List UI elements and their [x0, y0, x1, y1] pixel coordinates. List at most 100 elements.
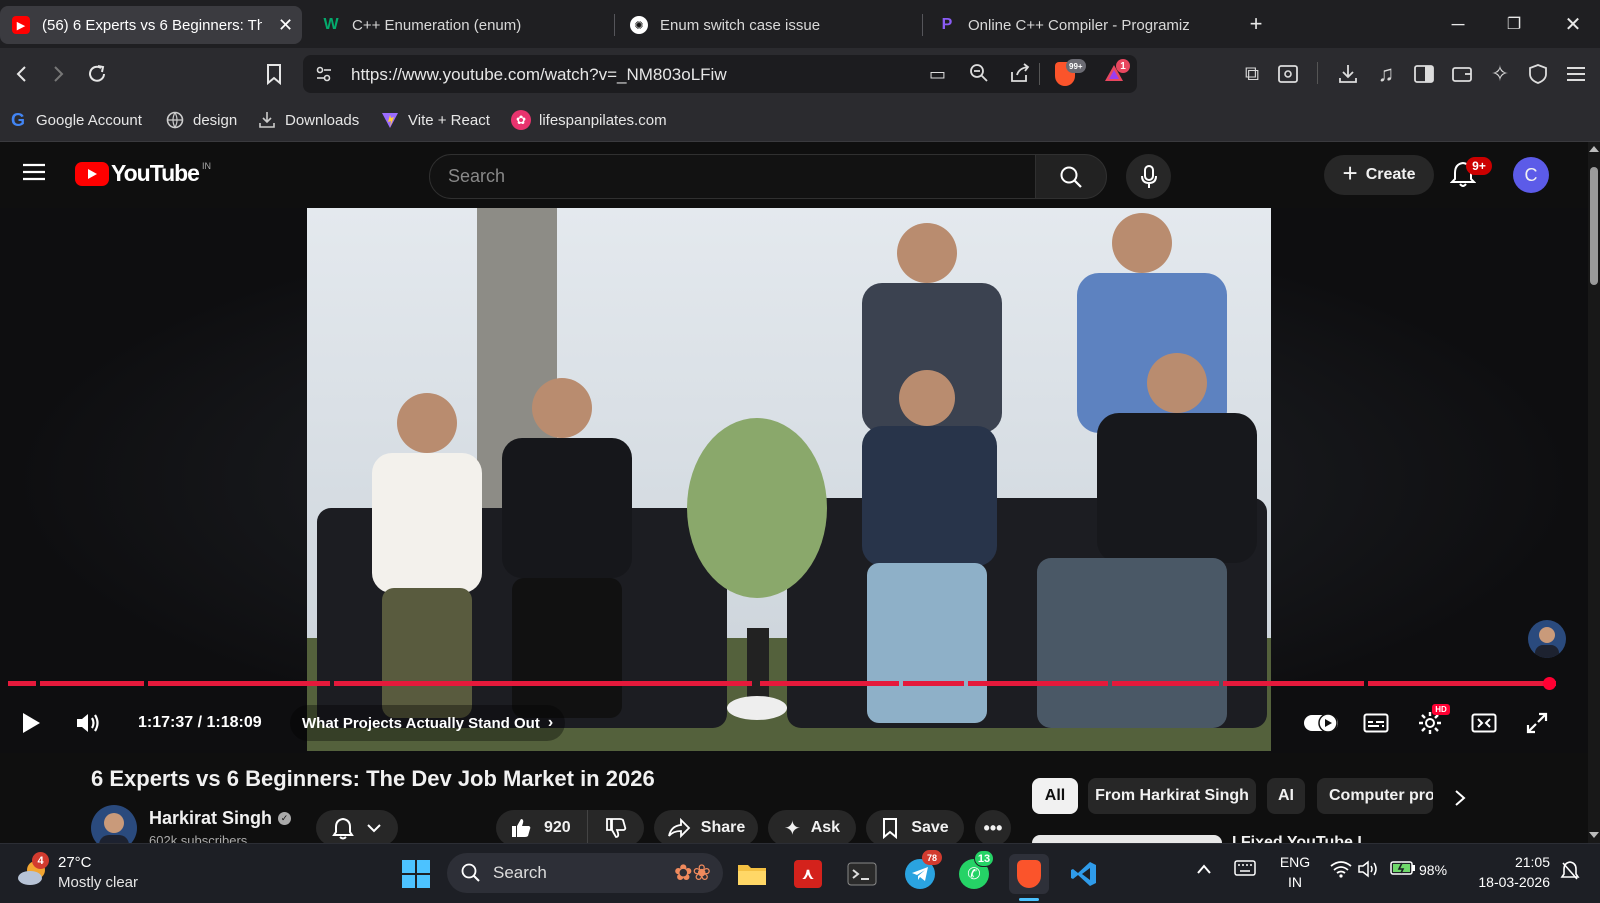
wifi-icon[interactable] — [1330, 860, 1352, 883]
chapter-segment[interactable] — [968, 681, 1108, 686]
share-button[interactable]: Share — [654, 810, 758, 846]
taskbar-acrobat[interactable]: ⋏ — [788, 854, 828, 894]
bookmark-label: design — [193, 111, 238, 129]
theater-mode-button[interactable] — [1468, 708, 1500, 738]
chip-from-channel[interactable]: From Harkirat Singh — [1088, 778, 1256, 814]
scroll-up-arrow-icon[interactable] — [1589, 146, 1599, 152]
downloads-button[interactable] — [1332, 58, 1364, 90]
tab-chatgpt[interactable]: ✺ Enum switch case issue — [618, 6, 918, 44]
address-bar[interactable]: https://www.youtube.com/watch?v=_NM803oL… — [303, 55, 1137, 93]
chapter-button[interactable]: What Projects Actually Stand Out › — [290, 705, 566, 741]
taskbar-search-box[interactable]: Search ✿❀ — [447, 853, 723, 893]
menu-button[interactable] — [1560, 58, 1592, 90]
new-tab-button[interactable]: + — [1236, 8, 1276, 40]
scrollbar-thumb[interactable] — [1590, 167, 1598, 285]
leo-ai-button[interactable]: ✧ — [1484, 58, 1516, 90]
chapter-segment[interactable] — [1112, 681, 1219, 686]
subtitles-button[interactable] — [1360, 708, 1392, 738]
sidebar-button[interactable] — [1408, 58, 1440, 90]
forward-button[interactable] — [42, 58, 74, 90]
dislike-button[interactable] — [588, 810, 644, 846]
bookmark-page-button[interactable] — [258, 58, 290, 90]
touch-keyboard-icon[interactable] — [1234, 860, 1256, 881]
youtube-play-logo-icon — [75, 161, 109, 186]
extensions-button[interactable]: ⧉ — [1236, 58, 1268, 90]
back-button[interactable] — [6, 58, 38, 90]
tab-w3schools[interactable]: W C++ Enumeration (enum) — [310, 6, 610, 44]
chips-next-button[interactable] — [1442, 780, 1478, 816]
notification-bell-button[interactable] — [316, 810, 398, 846]
autoplay-toggle[interactable] — [1302, 708, 1340, 738]
input-language-top[interactable]: ENG — [1276, 854, 1314, 870]
media-button[interactable]: ♫ — [1370, 58, 1402, 90]
more-actions-button[interactable]: ••• — [975, 810, 1011, 846]
taskbar-terminal[interactable] — [842, 854, 882, 894]
share-page-icon[interactable] — [1009, 63, 1031, 88]
bookmark-lifespanpilates[interactable]: ✿ lifespanpilates.com — [511, 110, 667, 130]
chapter-segment[interactable] — [903, 681, 964, 686]
site-settings-icon[interactable] — [315, 65, 333, 88]
chapter-segment[interactable] — [760, 681, 899, 686]
chapter-segment[interactable] — [334, 681, 752, 686]
tab-programiz[interactable]: P Online C++ Compiler - Programiz — [926, 6, 1226, 44]
fullscreen-button[interactable] — [1522, 708, 1552, 738]
wallet-button[interactable] — [1446, 58, 1478, 90]
next-video-title[interactable]: I Fixed YouTube I — [1232, 834, 1362, 843]
search-input[interactable]: Search — [429, 154, 1036, 199]
chapter-segment[interactable] — [1223, 681, 1364, 686]
chapter-segment[interactable] — [8, 681, 36, 686]
chapter-segment[interactable] — [148, 681, 330, 686]
chip-all[interactable]: All — [1032, 778, 1078, 814]
divider — [1317, 62, 1318, 84]
next-video-thumbnail[interactable] — [1032, 835, 1222, 843]
chip-computer-programming[interactable]: Computer pro — [1317, 778, 1433, 814]
progress-scrubber[interactable] — [1543, 677, 1557, 690]
video-player[interactable]: 1:17:37 / 1:18:09 What Projects Actually… — [0, 208, 1588, 753]
tab-youtube[interactable]: ▶ (56) 6 Experts vs 6 Beginners: The ✕ — [0, 6, 302, 44]
restore-button[interactable]: ❐ — [1494, 8, 1534, 40]
chapter-segment[interactable] — [40, 681, 144, 686]
save-button[interactable]: Save — [866, 810, 964, 846]
search-button[interactable] — [1035, 154, 1107, 199]
chapter-segment[interactable] — [1368, 681, 1556, 686]
notification-center-icon[interactable] — [1560, 860, 1580, 887]
start-button[interactable] — [396, 854, 436, 894]
cast-icon[interactable]: ▭ — [929, 64, 946, 85]
battery-charging-icon[interactable] — [1390, 860, 1416, 881]
reload-button[interactable] — [81, 58, 113, 90]
close-tab-icon[interactable]: ✕ — [278, 15, 293, 36]
like-button[interactable]: 920 — [496, 810, 588, 846]
guide-menu-button[interactable] — [22, 162, 46, 187]
bookmark-design[interactable]: design — [165, 110, 237, 130]
bookmark-downloads[interactable]: Downloads — [257, 110, 359, 130]
next-video-menu-icon[interactable]: ⋮ — [1474, 834, 1480, 843]
taskbar-brave[interactable] — [1009, 854, 1049, 894]
account-avatar[interactable]: C — [1513, 157, 1549, 193]
bookmark-vite-react[interactable]: Vite + React — [380, 110, 490, 130]
zoom-out-icon[interactable] — [969, 63, 989, 88]
chip-ai[interactable]: AI — [1267, 778, 1305, 814]
taskbar-vscode[interactable] — [1064, 854, 1104, 894]
page-scrollbar[interactable] — [1588, 142, 1600, 843]
clock-time[interactable]: 21:05 — [1470, 854, 1550, 870]
create-button[interactable]: + Create — [1324, 155, 1434, 195]
channel-name-link[interactable]: Harkirat Singh ✓ — [149, 808, 292, 829]
progress-bar[interactable] — [8, 681, 1560, 686]
taskbar-file-explorer[interactable] — [732, 854, 772, 894]
vpn-button[interactable] — [1522, 58, 1554, 90]
bookmark-google-account[interactable]: G Google Account — [8, 110, 142, 130]
ask-button[interactable]: ✦ Ask — [768, 810, 856, 846]
close-window-button[interactable]: ✕ — [1553, 8, 1593, 40]
youtube-logo[interactable]: YouTube IN — [75, 160, 211, 187]
scroll-down-arrow-icon[interactable] — [1589, 832, 1599, 838]
minimize-button[interactable]: ─ — [1438, 8, 1478, 40]
mute-button[interactable] — [73, 708, 105, 738]
voice-search-button[interactable] — [1126, 154, 1171, 199]
speaker-icon[interactable] — [1358, 860, 1380, 883]
show-hidden-icons-button[interactable] — [1196, 862, 1212, 880]
weather-temperature[interactable]: 27°C — [58, 854, 92, 871]
channel-watermark-avatar[interactable] — [1528, 620, 1566, 658]
reader-mode-button[interactable] — [1272, 58, 1304, 90]
play-button[interactable] — [16, 708, 46, 738]
weather-alert-badge: 4 — [32, 852, 49, 869]
